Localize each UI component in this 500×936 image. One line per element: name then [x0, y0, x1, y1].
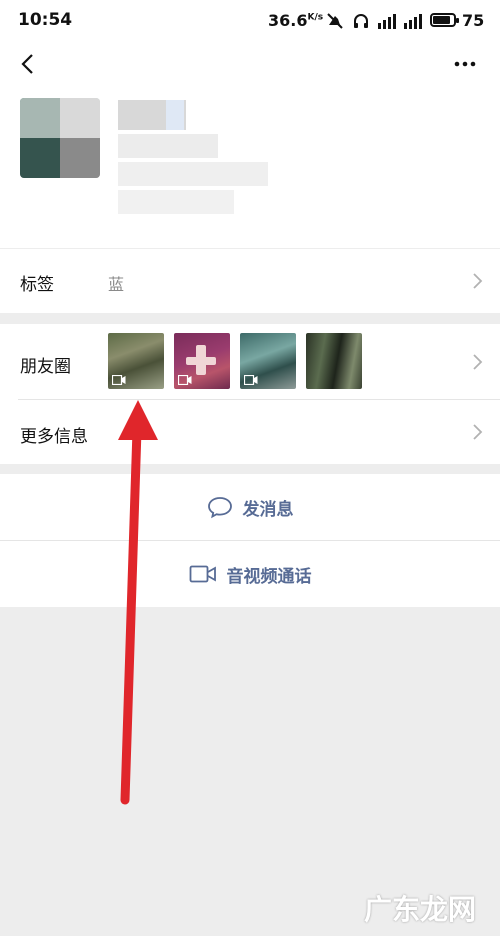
- battery-icon: [430, 13, 459, 27]
- send-message-button[interactable]: 发消息: [0, 474, 500, 540]
- chat-bubble-icon: [207, 497, 232, 519]
- blurred-detail: [118, 162, 268, 186]
- blurred-name-accent: [166, 100, 184, 130]
- signal-2-icon: [404, 13, 422, 29]
- moments-thumbnail[interactable]: [240, 333, 296, 389]
- avatar[interactable]: [20, 98, 100, 178]
- moments-thumbnail[interactable]: [174, 333, 230, 389]
- battery-level: 75: [462, 11, 485, 30]
- blurred-detail: [118, 134, 218, 158]
- back-icon[interactable]: [14, 50, 42, 78]
- tag-row[interactable]: [0, 249, 500, 313]
- status-bar: [0, 0, 500, 44]
- tag-value: 蓝: [108, 275, 125, 294]
- chevron-right-icon: [473, 273, 483, 289]
- moments-thumbnail[interactable]: [108, 333, 164, 389]
- moments-label: 朋友圈: [20, 357, 71, 377]
- video-icon: [178, 375, 192, 385]
- signal-icon: [378, 13, 396, 29]
- status-icons: [326, 11, 422, 31]
- watermark: 广东龙网: [364, 893, 477, 926]
- moments-thumbnail[interactable]: [306, 333, 362, 389]
- chevron-right-icon: [473, 354, 483, 370]
- status-time: 10:54: [18, 10, 73, 30]
- divider: [18, 399, 500, 400]
- av-call-button[interactable]: 音视频通话: [0, 541, 500, 607]
- network-speed: 36.6K/s: [268, 11, 324, 30]
- chevron-right-icon: [473, 424, 483, 440]
- more-info-label[interactable]: 更多信息: [20, 422, 88, 447]
- headphones-icon: [354, 14, 368, 28]
- video-icon: [244, 375, 258, 385]
- tag-label: 标签: [20, 275, 54, 295]
- video-call-icon: [189, 565, 216, 583]
- blurred-detail: [118, 190, 234, 214]
- av-call-label: 音视频通话: [226, 566, 312, 587]
- more-icon[interactable]: [448, 52, 482, 76]
- video-icon: [112, 375, 126, 385]
- send-message-label: 发消息: [242, 499, 294, 520]
- mute-icon: [327, 13, 343, 29]
